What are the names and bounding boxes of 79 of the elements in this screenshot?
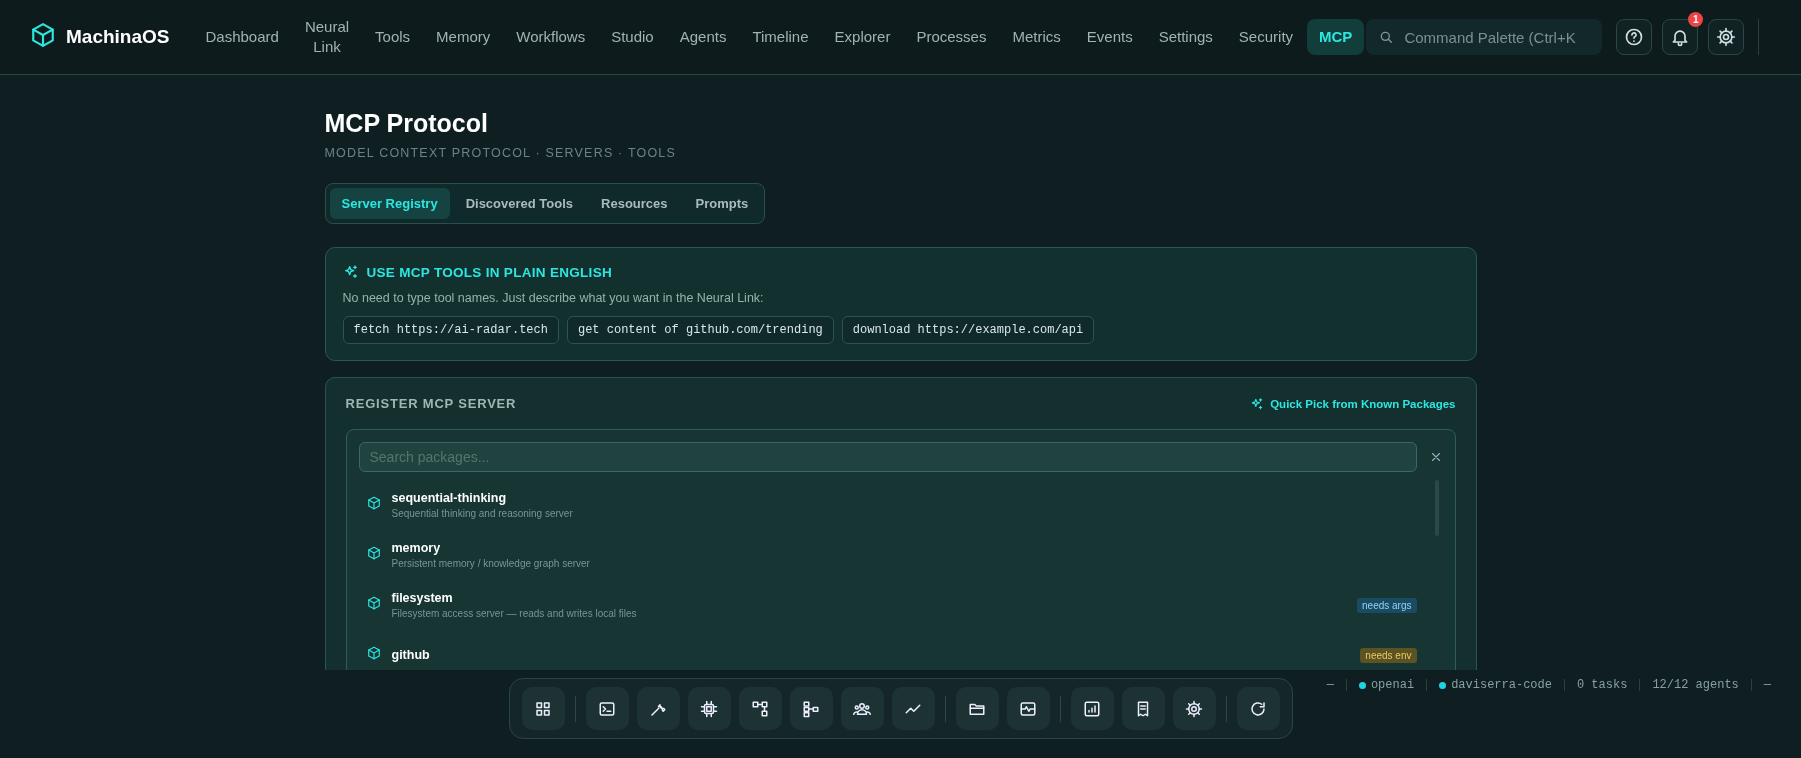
dock-button[interactable]: [585, 687, 629, 730]
status-text: openai: [1370, 678, 1415, 692]
example-chip[interactable]: get content of github.com/trending: [566, 316, 834, 344]
settings-button[interactable]: [1708, 19, 1745, 55]
cube-icon: [366, 496, 381, 510]
nav-item[interactable]: Memory: [424, 19, 503, 55]
tab[interactable]: Server Registry: [329, 188, 450, 219]
dock-button[interactable]: [521, 687, 565, 730]
dock-button[interactable]: [789, 687, 833, 730]
dock-button[interactable]: [1236, 687, 1280, 730]
status-text: 0 tasks: [1576, 678, 1628, 692]
hint-text: No need to type tool names. Just describe what you want in the Neural Link:: [342, 291, 765, 305]
requirement-tag: needs env: [1360, 647, 1417, 663]
app-name: MachinaOS: [66, 26, 170, 48]
tree-icon: [802, 699, 820, 718]
nav-item[interactable]: Security: [1226, 19, 1306, 55]
package-description: Persistent memory / knowledge graph server: [391, 558, 591, 569]
requirement-tag: needs args: [1357, 597, 1417, 613]
help-button[interactable]: [1616, 19, 1653, 55]
dock-button[interactable]: [738, 687, 782, 730]
package-name[interactable]: filesystem: [391, 591, 1346, 605]
section-title: REGISTER MCP SERVER: [345, 396, 517, 411]
nav-item[interactable]: Neural Link: [292, 9, 362, 65]
hierarchy-icon: [751, 699, 769, 718]
status-text: daviserra-code: [1451, 678, 1552, 692]
dock-button[interactable]: [1006, 687, 1050, 730]
search-icon: [1378, 29, 1395, 45]
chart-icon: [1083, 699, 1101, 718]
nav-item[interactable]: MCP: [1307, 19, 1365, 55]
dock-button[interactable]: [840, 687, 884, 730]
dock-button[interactable]: [1172, 687, 1216, 730]
status-text: —: [1763, 678, 1771, 692]
status-text: —: [1326, 678, 1334, 692]
settings-icon: [1716, 27, 1737, 47]
page-subtitle: MODEL CONTEXT PROTOCOL · SERVERS · TOOLS: [324, 146, 678, 160]
tab[interactable]: Resources: [589, 188, 680, 219]
example-chip[interactable]: fetch https://ai-radar.tech: [342, 316, 559, 344]
nav-item[interactable]: Metrics: [1000, 19, 1073, 55]
tab[interactable]: Prompts: [683, 188, 761, 219]
sparkle-icon: [342, 264, 359, 280]
nav-item[interactable]: Workflows: [504, 19, 598, 55]
package-name[interactable]: sequential-thinking: [391, 491, 1417, 505]
package-description: Sequential thinking and reasoning server: [391, 508, 574, 519]
grid-icon: [534, 699, 552, 718]
terminal-icon: [598, 699, 616, 718]
notification-count: 1: [1688, 12, 1704, 27]
status-text: 12/12 agents: [1652, 678, 1739, 692]
nav-item[interactable]: Agents: [667, 19, 739, 55]
nav-item[interactable]: Dashboard: [193, 19, 291, 55]
settings-icon: [1185, 699, 1203, 718]
package-name[interactable]: github: [391, 648, 1350, 662]
dock-button[interactable]: [1121, 687, 1165, 730]
nav-item[interactable]: Explorer: [822, 19, 903, 55]
nav-item[interactable]: Studio: [599, 19, 666, 55]
dock-button[interactable]: [955, 687, 999, 730]
package-description: Filesystem access server — reads and writes local files: [391, 608, 638, 619]
tab[interactable]: Discovered Tools: [453, 188, 586, 219]
cube-icon: [366, 646, 381, 660]
nav-item[interactable]: Events: [1074, 19, 1145, 55]
sparkle-icon: [1250, 396, 1265, 411]
hint-title: USE MCP TOOLS IN PLAIN ENGLISH: [366, 264, 613, 280]
quick-pick-link[interactable]: Quick Pick from Known Packages: [1250, 396, 1456, 411]
command-palette-field[interactable]: Command Palette (Ctrl+K: [1366, 19, 1603, 55]
cube-icon: [366, 596, 381, 610]
dock-button[interactable]: [1070, 687, 1114, 730]
package-name[interactable]: memory: [391, 541, 1417, 555]
nav-item[interactable]: Processes: [904, 19, 999, 55]
page-title: MCP Protocol: [324, 109, 489, 138]
example-chip[interactable]: download https://example.com/api: [841, 316, 1095, 344]
cube-icon: [366, 546, 381, 560]
nav-item[interactable]: Settings: [1146, 19, 1225, 55]
cube-logo-icon: [30, 22, 56, 48]
chip-icon: [700, 699, 718, 718]
nav-item[interactable]: Timeline: [740, 19, 821, 55]
dock-button[interactable]: [687, 687, 731, 730]
refresh-icon: [1249, 699, 1267, 718]
help-icon: [1624, 27, 1645, 47]
nav-item[interactable]: Tools: [363, 19, 423, 55]
pulse-icon: [1019, 699, 1037, 718]
